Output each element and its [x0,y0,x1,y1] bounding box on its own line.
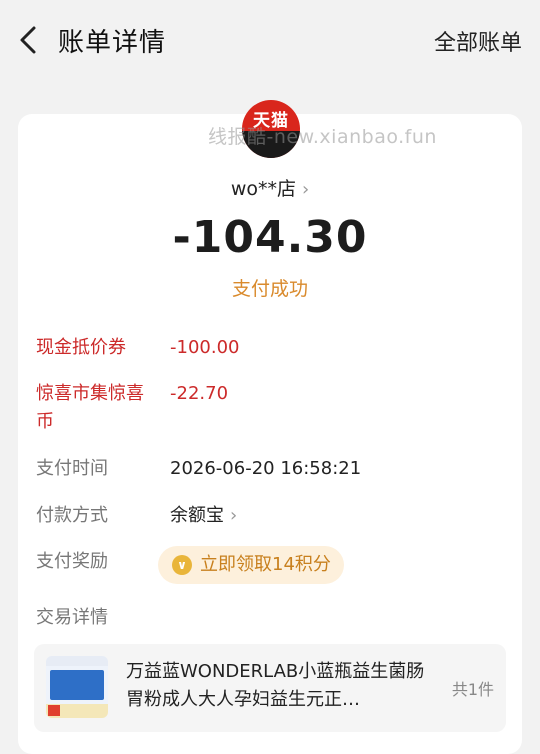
claim-points-label: 立即领取14积分 [200,554,331,575]
chevron-right-icon: › [301,179,310,200]
product-count: 共1件 [451,680,494,699]
trade-details-label: 交易详情 [36,607,108,628]
surprise-coin-label-line1: 惊喜市集惊喜 [36,383,144,404]
surprise-coin-label-line2: 币 [36,411,54,432]
store-link[interactable]: wo**店 › [18,174,522,201]
back-button[interactable] [14,22,46,58]
pay-method-label: 付款方式 [36,505,108,526]
watermark: 线报酷-new.xianbao.fun [208,126,437,148]
surprise-coin-value: -22.70 [170,383,229,404]
product-title: 万益蓝WONDERLAB小蓝瓶益生菌肠胃粉成人大人孕妇益生元正… [126,661,425,710]
pay-method-link[interactable]: 余额宝 › [170,502,237,530]
chevron-right-icon: › [230,505,238,526]
top-bar: 账单详情 全部账单 [0,0,540,80]
chevron-left-icon [20,26,36,54]
surprise-coin-label: 惊喜市集惊喜 币 [36,380,144,436]
bill-card: 天猫 线报酷-new.xianbao.fun wo**店 › -104.30 支付… [18,100,522,754]
pay-time-label: 支付时间 [36,458,108,479]
product-thumbnail [46,656,108,718]
pay-time-value: 2026-06-20 16:58:21 [170,458,362,479]
pay-method-value: 余额宝 [170,505,224,526]
coupon-value: -100.00 [170,337,240,358]
payment-status: 支付成功 [231,278,308,300]
store-name: wo**店 [230,178,296,200]
coupon-label: 现金抵价券 [36,337,126,358]
reward-label: 支付奖励 [36,551,108,572]
all-bills-link[interactable]: 全部账单 [434,25,522,57]
page-title: 账单详情 [58,28,167,58]
points-coin-icon: ∨ [172,555,192,575]
payment-amount: -104.30 [172,212,368,263]
product-item[interactable]: 万益蓝WONDERLAB小蓝瓶益生菌肠胃粉成人大人孕妇益生元正… 共1件 [34,644,506,732]
claim-points-button[interactable]: ∨ 立即领取14积分 [158,546,344,584]
